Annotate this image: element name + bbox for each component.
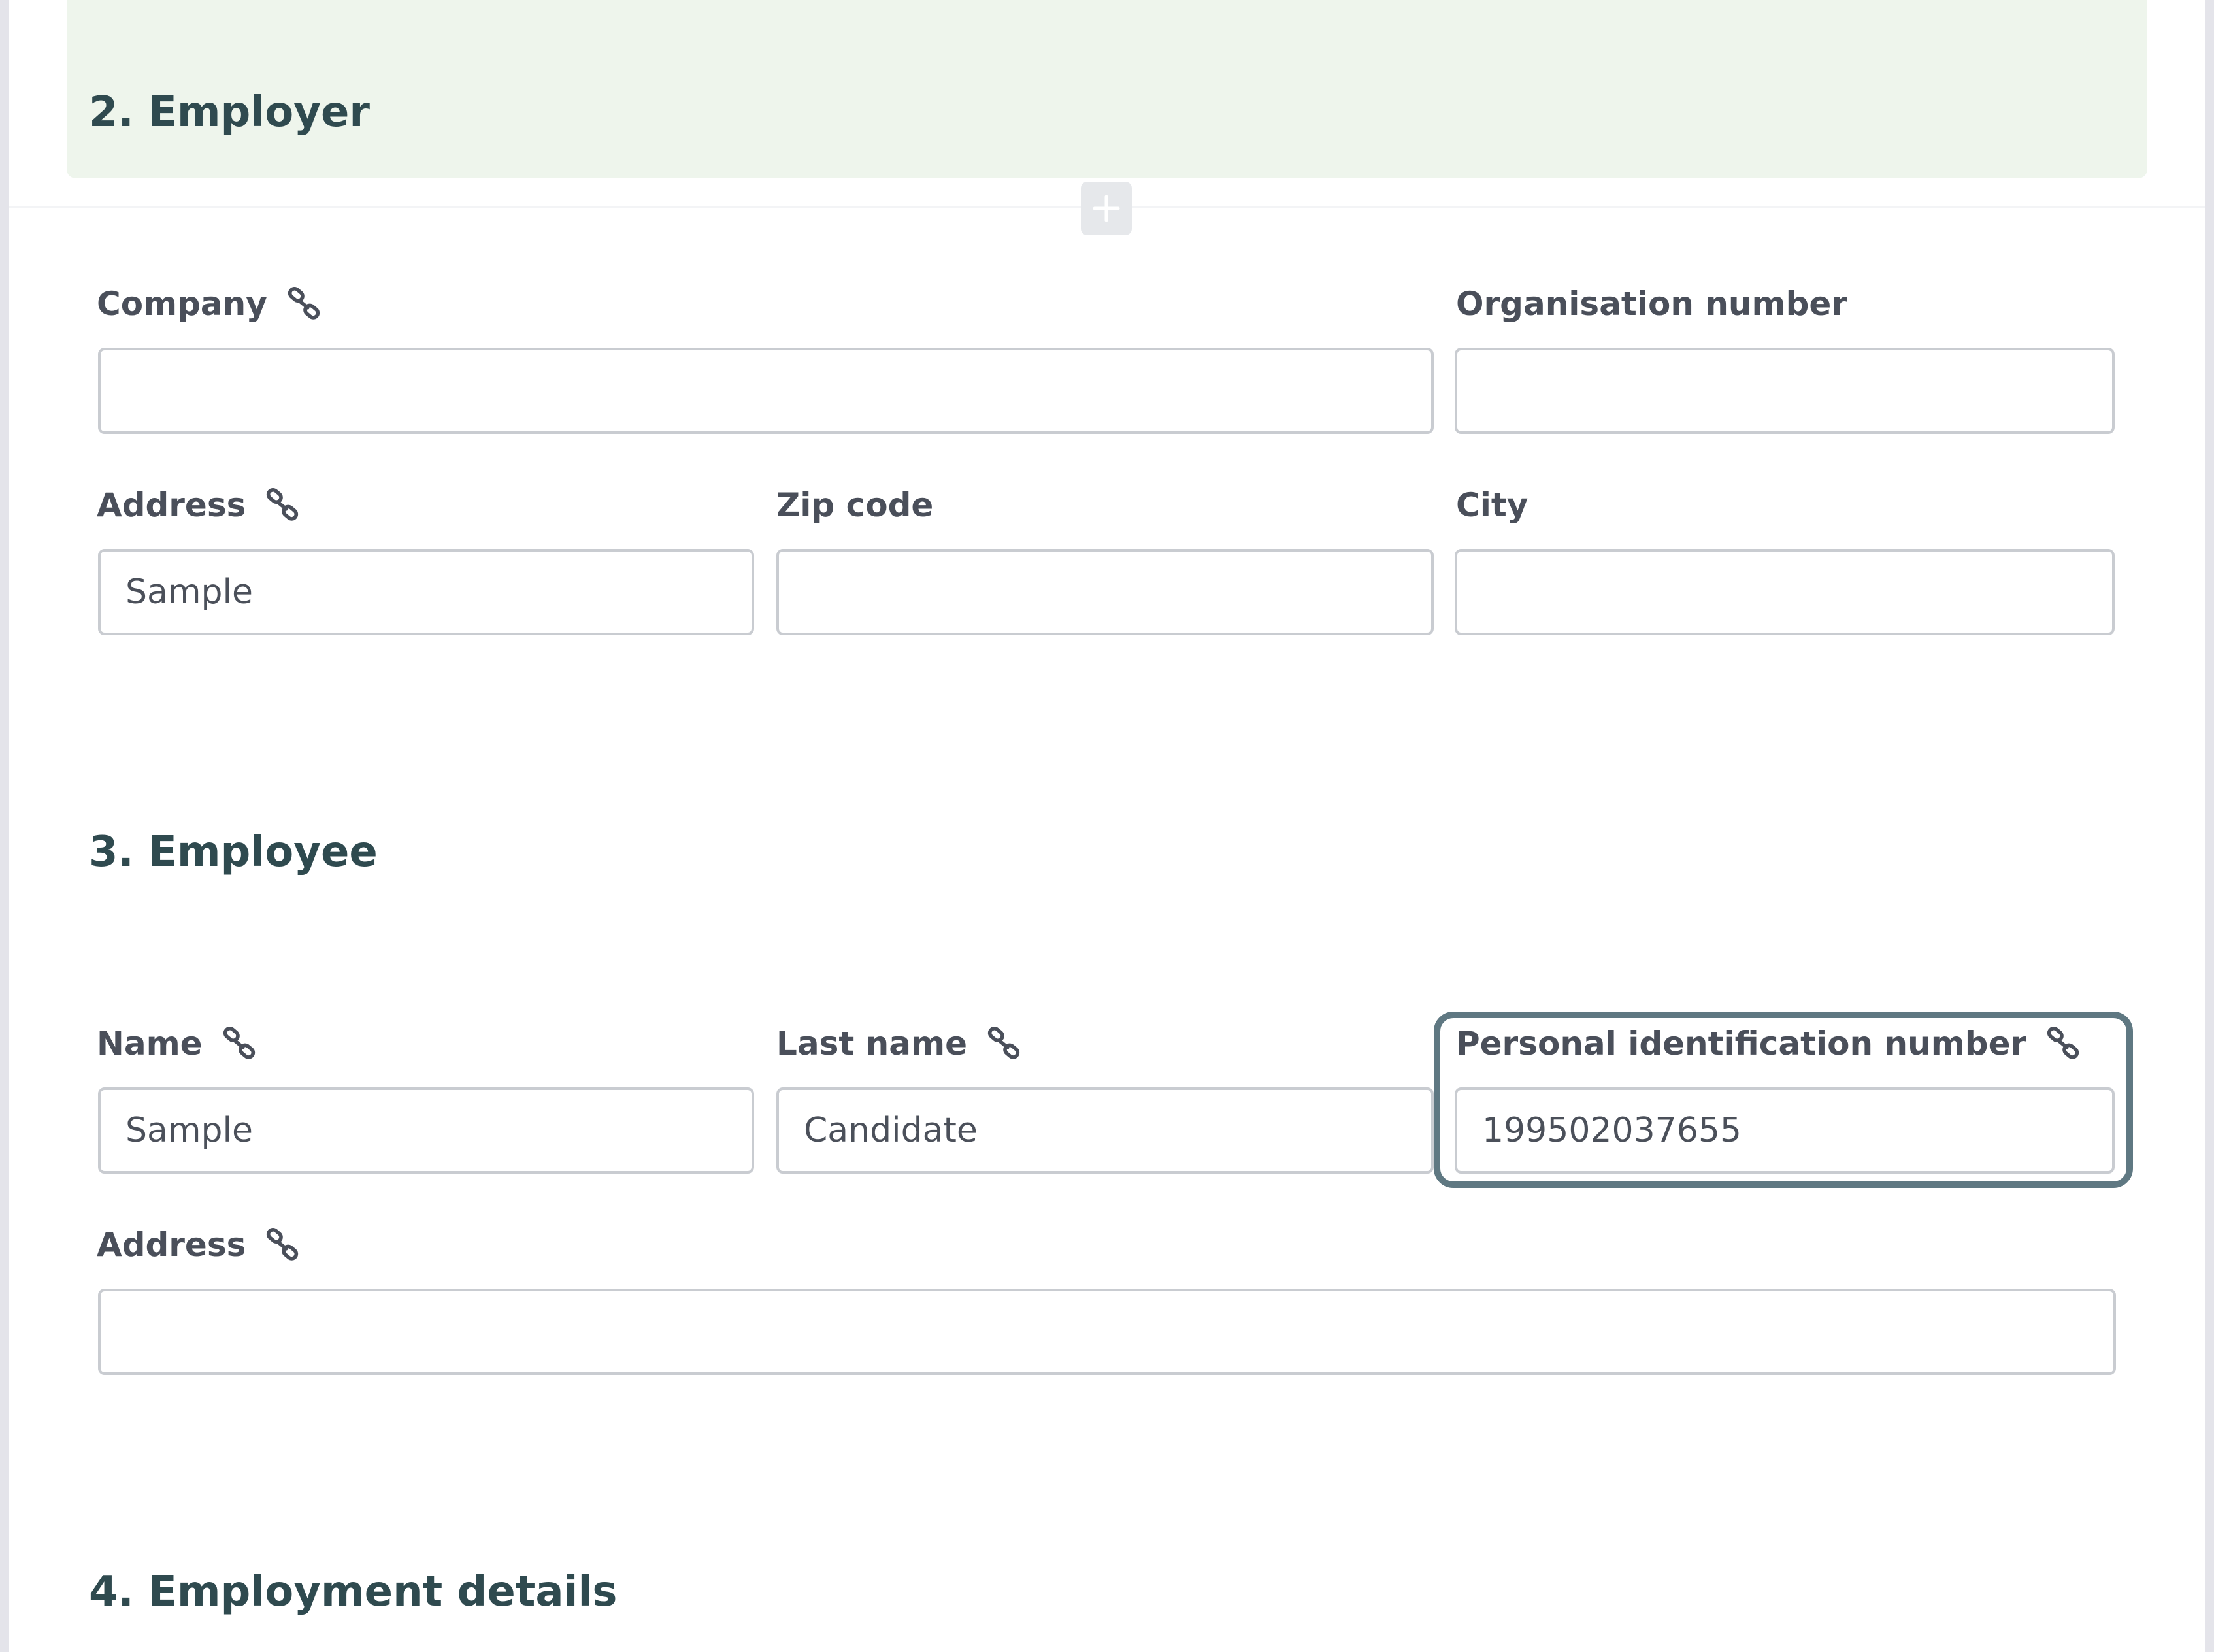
employee-heading: 3. Employee [89,828,378,876]
company-label-text: Company [97,285,267,323]
employer-address-input[interactable] [98,549,754,635]
company-input[interactable] [98,348,1434,434]
employer-address-label-text: Address [97,486,246,524]
organisation-number-label: Organisation number [1456,281,1847,327]
employer-section-header [67,0,2147,178]
link-icon[interactable] [2045,1025,2081,1062]
form-page: 2. Employer Company Organisation number … [0,0,2214,1652]
employer-heading: 2. Employer [89,88,370,137]
personal-id-input[interactable] [1455,1087,2115,1174]
zip-code-label-text: Zip code [776,486,934,524]
link-icon[interactable] [286,286,322,322]
link-icon[interactable] [264,487,301,523]
plus-icon [1093,195,1120,222]
link-icon[interactable] [985,1025,1022,1062]
right-scroll-edge [2205,0,2214,1652]
zip-code-label: Zip code [776,482,933,528]
employee-address-label-text: Address [97,1226,246,1264]
last-name-label-text: Last name [776,1025,968,1063]
employee-address-label: Address [97,1222,301,1268]
city-input[interactable] [1455,549,2115,635]
add-section-button[interactable] [1081,182,1132,235]
last-name-input[interactable] [776,1087,1434,1174]
last-name-label: Last name [776,1021,1022,1066]
link-icon[interactable] [264,1227,301,1263]
personal-id-label-text: Personal identification number [1456,1025,2027,1063]
company-label: Company [97,281,322,327]
employment-details-heading: 4. Employment details [89,1568,618,1616]
employer-address-label: Address [97,482,301,528]
left-scroll-edge [0,0,9,1652]
city-label: City [1456,482,1528,528]
organisation-number-input[interactable] [1455,348,2115,434]
personal-id-label: Personal identification number [1456,1021,2081,1066]
zip-code-input[interactable] [776,549,1434,635]
name-label: Name [97,1021,257,1066]
link-icon[interactable] [221,1025,257,1062]
city-label-text: City [1456,486,1528,524]
organisation-number-label-text: Organisation number [1456,285,1847,323]
name-label-text: Name [97,1025,203,1063]
name-input[interactable] [98,1087,754,1174]
employee-address-input[interactable] [98,1289,2116,1375]
